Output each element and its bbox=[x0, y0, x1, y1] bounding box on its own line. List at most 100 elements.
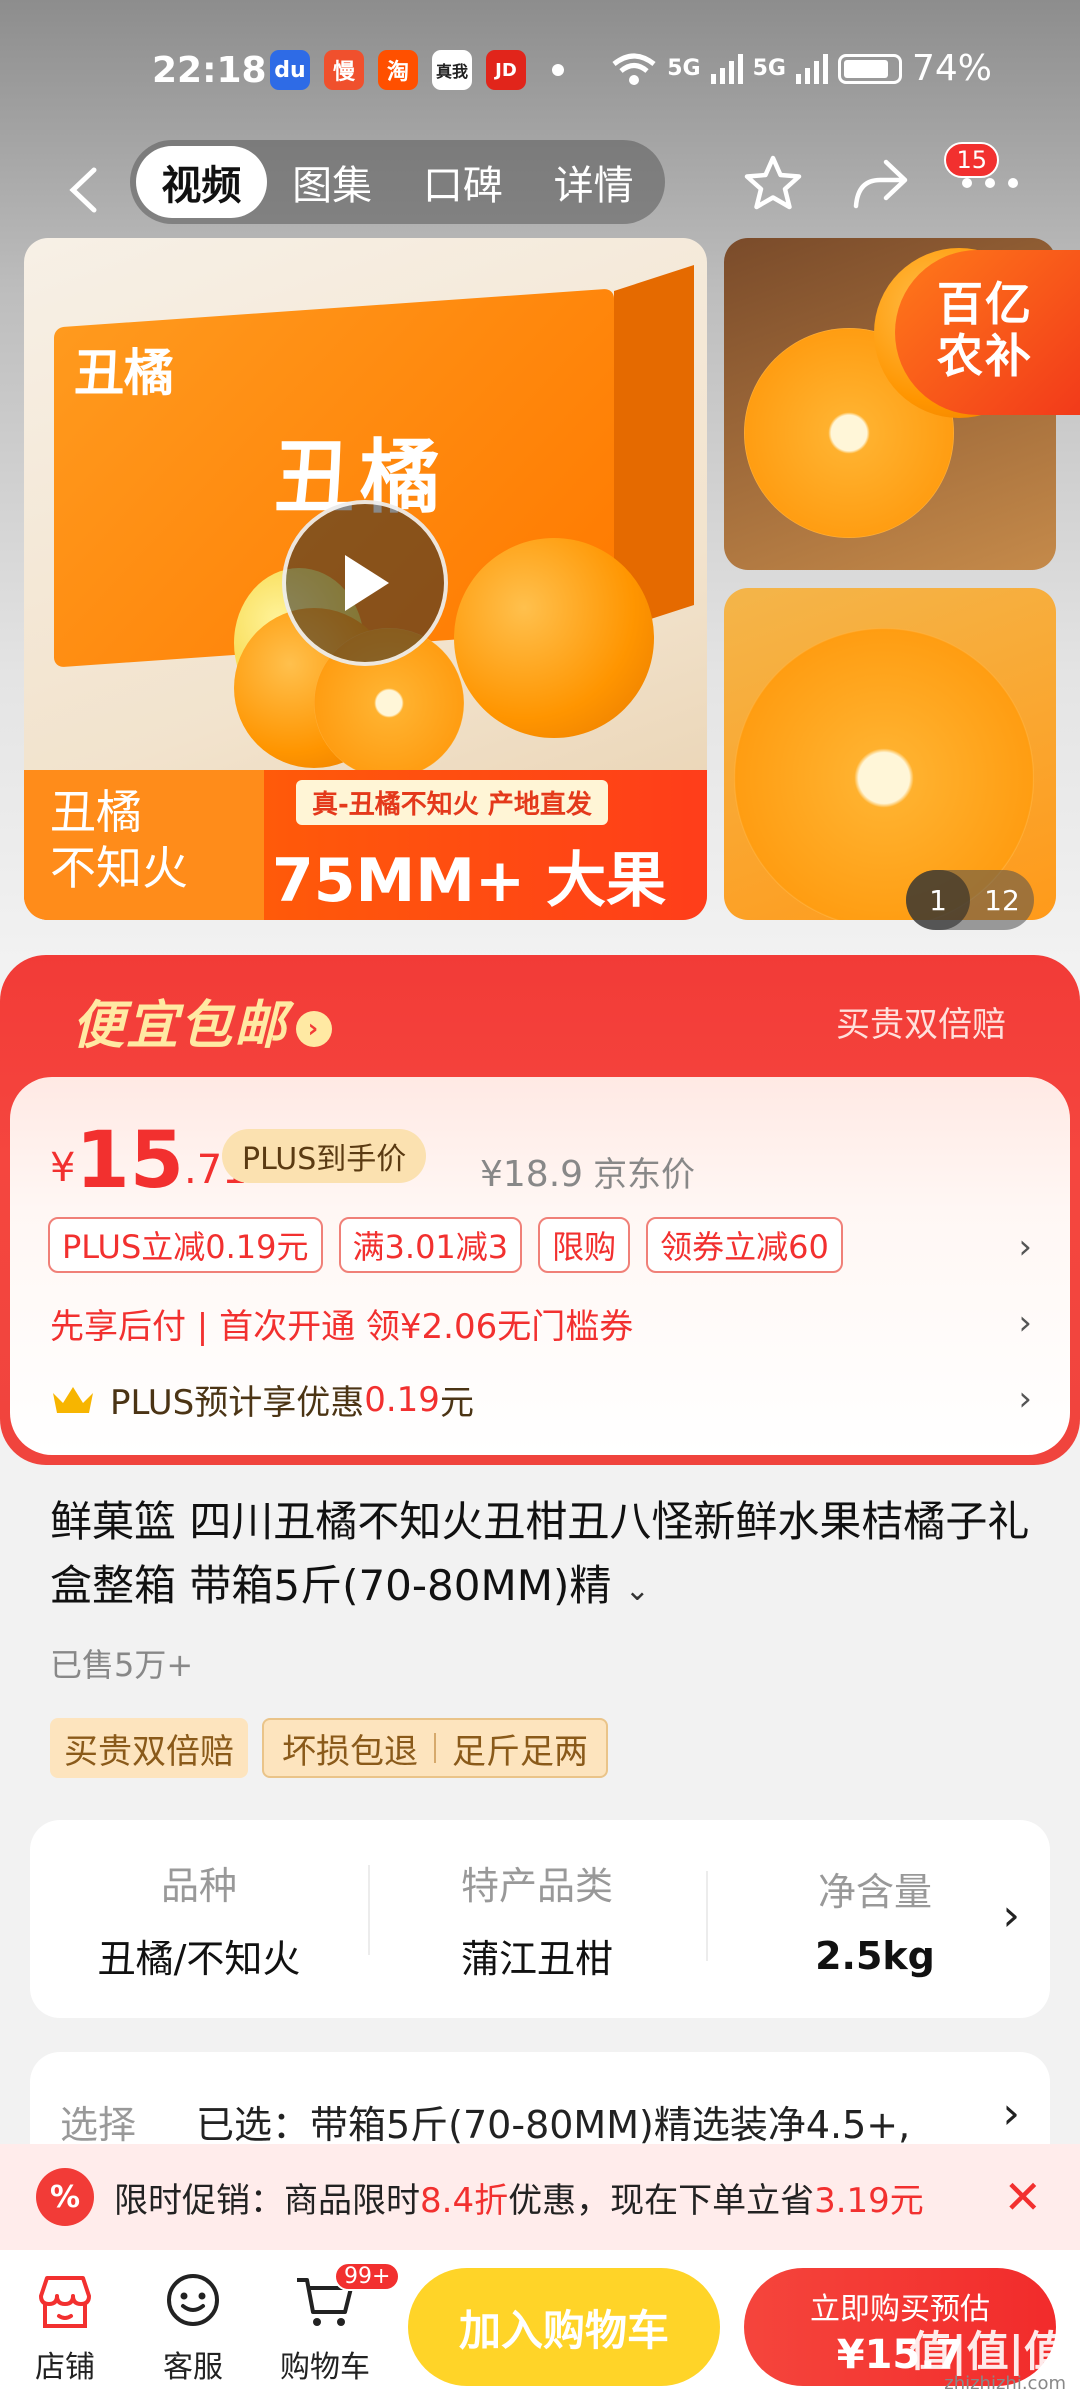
network-5g-label-1: 5G bbox=[667, 56, 701, 81]
play-icon bbox=[345, 555, 389, 611]
crown-icon bbox=[53, 1386, 93, 1413]
chevron-right-icon: › bbox=[296, 1011, 333, 1047]
service-tags[interactable]: 买贵双倍赔 坏损包退 足斤足两 bbox=[50, 1718, 608, 1778]
plus-estimate-prefix: PLUS预计享优惠 bbox=[110, 1383, 365, 1423]
gallery-counter-total: 12 bbox=[984, 883, 1020, 917]
service-button[interactable]: 客服 bbox=[138, 2270, 248, 2386]
subsidy-badge: 百亿 农补 bbox=[895, 250, 1080, 415]
service-tag-group: 坏损包退 足斤足两 bbox=[262, 1718, 608, 1778]
attribute-value: 丑橘/不知火 bbox=[97, 1937, 301, 1981]
signal-icon bbox=[710, 53, 743, 84]
banner-variety-tag: 丑橘 不知火 bbox=[24, 770, 264, 920]
more-dots-icon bbox=[962, 178, 1018, 188]
attributes-card[interactable]: 品种 丑橘/不知火 特产品类 蒲江丑柑 净含量 2.5kg › bbox=[30, 1820, 1050, 2018]
service-label: 客服 bbox=[163, 2350, 223, 2385]
cart-label: 购物车 bbox=[280, 2350, 370, 2385]
chevron-right-icon[interactable]: › bbox=[1002, 1890, 1020, 1941]
chevron-right-icon[interactable]: › bbox=[1018, 1379, 1032, 1419]
attribute-item: 净含量 2.5kg bbox=[706, 1861, 1044, 1978]
site-watermark: 值|值|值 zhizhizhi.com bbox=[909, 2330, 1066, 2394]
notice-discount: 8.4折 bbox=[420, 2180, 509, 2221]
tab-gallery[interactable]: 图集 bbox=[267, 146, 398, 218]
promo-notice-bar[interactable]: % 限时促销：商品限时8.4折优惠，现在下单立省3.19元 ✕ bbox=[0, 2144, 1080, 2250]
banner-origin-text: 真-丑橘不知火 产地直发 bbox=[296, 780, 608, 825]
close-icon[interactable]: ✕ bbox=[1003, 2170, 1042, 2224]
battery-icon bbox=[837, 53, 902, 84]
more-button[interactable]: 15 bbox=[944, 142, 1025, 218]
wifi-icon bbox=[612, 53, 656, 85]
coupon-tag: 满3.01减3 bbox=[338, 1217, 523, 1273]
orange-whole bbox=[454, 538, 654, 738]
promo-title[interactable]: 便宜包邮 › bbox=[72, 983, 333, 1058]
promo-title-text: 便宜包邮 bbox=[72, 996, 289, 1056]
price-section: 便宜包邮 › 买贵双倍赔 ¥ 15 .71 PLUS到手价 ¥18.9 京东价 PL… bbox=[0, 955, 1080, 1465]
price-guarantee-text: 买贵双倍赔 bbox=[836, 1005, 1006, 1045]
chevron-right-icon[interactable]: › bbox=[1018, 1303, 1032, 1343]
attribute-key: 品种 bbox=[160, 1864, 237, 1908]
selection-label: 选择 bbox=[60, 2103, 137, 2147]
back-button[interactable] bbox=[55, 162, 111, 218]
price-currency: ¥ bbox=[50, 1145, 76, 1191]
jd-price-value: ¥18.9 bbox=[480, 1154, 584, 1195]
media-tab-switcher: 视频 图集 口碑 详情 bbox=[130, 140, 665, 224]
top-navbar: 视频 图集 口碑 详情 15 bbox=[0, 140, 1080, 240]
attribute-key: 净含量 bbox=[817, 1869, 932, 1914]
chevron-left-icon bbox=[69, 167, 97, 213]
jd-price-label: 京东价 bbox=[593, 1155, 696, 1195]
realme-icon: 真我 bbox=[432, 50, 472, 90]
share-button[interactable] bbox=[845, 148, 915, 218]
notice-middle: 优惠，现在下单立省 bbox=[508, 2180, 815, 2221]
service-tag: 坏损包退 bbox=[282, 1731, 418, 1772]
price-card: ¥ 15 .71 PLUS到手价 ¥18.9 京东价 PLUS立减0.19元 满3… bbox=[10, 1077, 1070, 1455]
baidu-icon: du bbox=[270, 50, 310, 90]
service-tag: 买贵双倍赔 bbox=[50, 1718, 248, 1778]
signal-icon-2 bbox=[795, 53, 828, 84]
tab-reviews[interactable]: 口碑 bbox=[398, 146, 529, 218]
product-title-text: 鲜菓篮 四川丑橘不知火丑柑丑八怪新鲜水果桔橘子礼盒整箱 带箱5斤(70-80MM… bbox=[50, 1497, 1030, 1610]
attribute-value: 2.5kg bbox=[815, 1933, 935, 1978]
shop-label: 店铺 bbox=[35, 2350, 95, 2385]
attribute-value: 蒲江丑柑 bbox=[460, 1937, 613, 1981]
selection-value: 已选：带箱5斤(70-80MM)精选装净4.5+, bbox=[196, 2103, 911, 2147]
buy-now-label: 立即购买预估 bbox=[810, 2292, 990, 2327]
jd-icon: JD bbox=[486, 50, 526, 90]
status-indicators: 5G 5G 74% bbox=[611, 48, 992, 89]
status-app-icons: du 慢 淘 真我 JD bbox=[270, 50, 564, 90]
tab-details[interactable]: 详情 bbox=[528, 146, 659, 218]
attribute-item: 特产品类 蒲江丑柑 bbox=[368, 1855, 706, 1983]
pay-later-offer[interactable]: 先享后付 | 首次开通 领¥2.06无门槛券 bbox=[50, 1299, 633, 1348]
banner-size-text: 75MM+ 大果 bbox=[272, 846, 667, 916]
favorite-button[interactable] bbox=[738, 148, 808, 218]
coupon-tag: 领券立减60 bbox=[646, 1217, 843, 1273]
status-time: 22:18 bbox=[152, 50, 267, 91]
plus-estimate-value: 0.19 bbox=[364, 1379, 440, 1420]
coupon-list[interactable]: PLUS立减0.19元 满3.01减3 限购 领券立减60 bbox=[48, 1217, 843, 1273]
customer-service-icon bbox=[167, 2274, 219, 2326]
product-title[interactable]: 鲜菓篮 四川丑橘不知火丑柑丑八怪新鲜水果桔橘子礼盒整箱 带箱5斤(70-80MM… bbox=[50, 1490, 1040, 1623]
play-video-button[interactable] bbox=[282, 500, 448, 666]
slow-app-icon: 慢 bbox=[324, 50, 364, 90]
coupon-tag: 限购 bbox=[538, 1217, 631, 1273]
battery-level: 74% bbox=[911, 48, 992, 89]
attribute-item: 品种 丑橘/不知火 bbox=[30, 1855, 368, 1983]
watermark-url: zhizhizhi.com bbox=[944, 2373, 1066, 2394]
jd-reference-price: ¥18.9 京东价 bbox=[480, 1147, 695, 1196]
star-icon bbox=[744, 155, 802, 210]
gallery-counter: 1 12 bbox=[906, 870, 1034, 930]
shop-button[interactable]: 店铺 bbox=[10, 2270, 120, 2386]
final-price: ¥ 15 .71 bbox=[50, 1121, 248, 1201]
chevron-right-icon[interactable]: › bbox=[1018, 1227, 1032, 1267]
network-5g-label-2: 5G bbox=[752, 56, 786, 81]
add-to-cart-button[interactable]: 加入购物车 bbox=[408, 2268, 720, 2386]
notice-save: 3.19元 bbox=[814, 2180, 924, 2221]
plus-estimate-row[interactable]: PLUS预计享优惠 0.19 元 bbox=[50, 1375, 474, 1424]
main-video-thumbnail[interactable]: 丑橘 丑橘 真-丑橘不知火 产地直发 75MM+ 大果 丑橘 不知火 bbox=[24, 238, 707, 920]
chevron-down-icon[interactable]: ⌄ bbox=[625, 1573, 650, 1608]
tab-video[interactable]: 视频 bbox=[136, 146, 267, 218]
attribute-key: 特产品类 bbox=[460, 1864, 613, 1908]
cart-button[interactable]: 99+ 购物车 bbox=[270, 2262, 401, 2386]
shop-icon bbox=[39, 2276, 91, 2328]
bottom-action-bar: 店铺 客服 99+ 购物车 加入购物车 立即购买预估 ¥15.7 值|值|值 z… bbox=[0, 2250, 1080, 2400]
product-hero: 22:18 du 慢 淘 真我 JD 5G 5G 74% 视频 图集 口碑 详情 bbox=[0, 0, 1080, 965]
price-integer: 15 bbox=[75, 1116, 184, 1206]
